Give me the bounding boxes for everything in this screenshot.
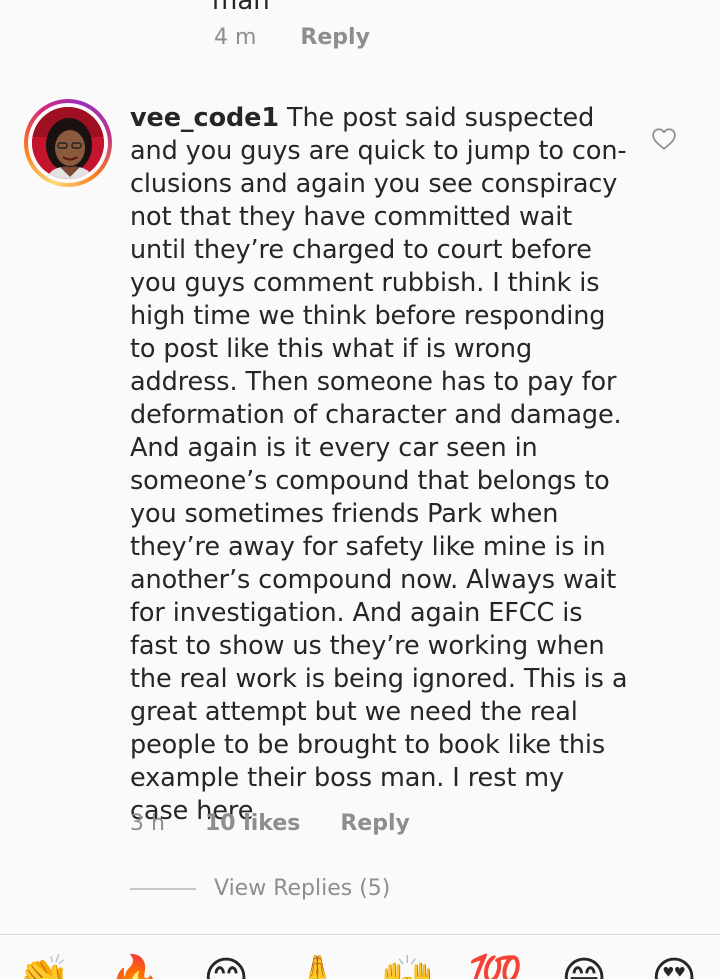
view-replies-line [130,888,196,890]
comment-username[interactable]: vee_code1 [130,103,279,133]
likes-count[interactable]: 10 likes [205,811,300,836]
comment-body: vee_code1 The post said suspected and yo… [130,102,630,828]
comment-meta: 3 h 10 likes Reply [130,806,410,840]
view-replies-button[interactable]: View Replies (5) [214,876,390,901]
smiling-face-emoji[interactable]: 😊 [200,953,252,979]
previous-comment-time: 4 m [214,24,257,50]
previous-comment-meta: 4 m Reply [214,22,370,52]
comment-text: The post said suspected and you guys are… [130,103,628,826]
folded-hands-emoji[interactable]: 🙏 [290,953,345,979]
comment-time: 3 h [130,810,165,836]
clapping-hands-emoji[interactable]: 👏 [16,953,71,979]
heart-eyes-emoji[interactable]: 😍 [648,953,700,979]
avatar-photo [32,107,104,179]
previous-reply-button[interactable]: Reply [300,25,370,50]
grinning-face-emoji[interactable]: 😁 [558,953,610,979]
heart-outline-icon[interactable] [651,126,677,152]
hundred-points-emoji[interactable]: 💯 [468,953,523,979]
fire-emoji[interactable]: 🔥 [108,953,163,979]
reply-button[interactable]: Reply [340,811,410,836]
emoji-reaction-bar: 👏 🔥 😊 🙏 🙌 💯 😁 😍 [0,935,720,979]
user-avatar[interactable] [24,99,112,187]
raising-hands-emoji[interactable]: 🙌 [380,953,435,979]
previous-comment-text: man [212,0,270,16]
